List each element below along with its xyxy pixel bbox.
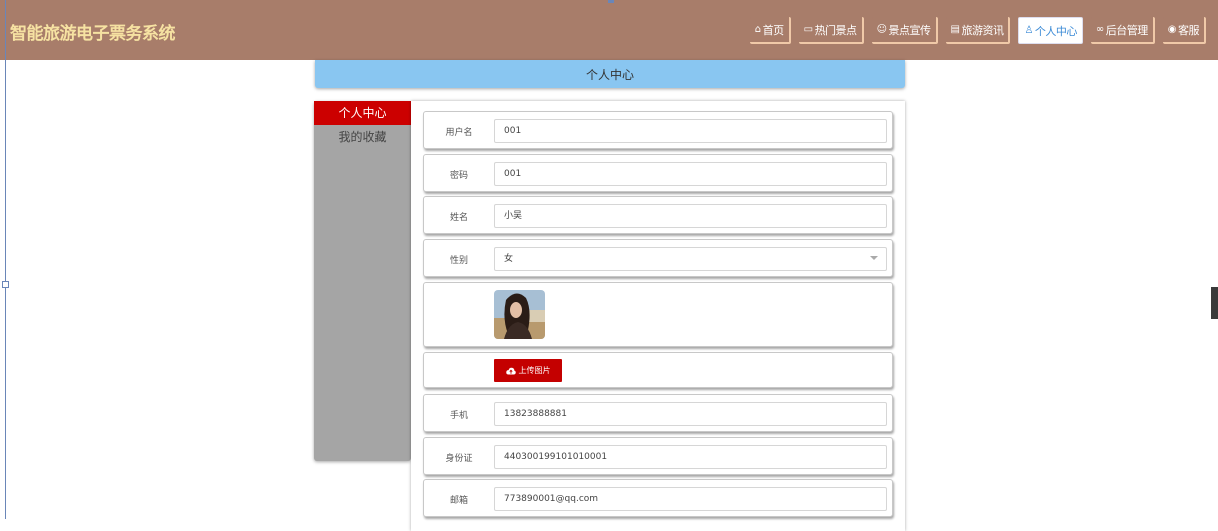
link-icon: ∞ bbox=[1095, 24, 1104, 35]
password-label: 密码 bbox=[449, 171, 468, 181]
page-title: 个人中心 bbox=[585, 68, 634, 82]
resize-handle-top[interactable] bbox=[608, 0, 614, 3]
name-label: 姓名 bbox=[449, 213, 468, 223]
nav-label: 景点宣传 bbox=[888, 23, 932, 37]
sidebar-item-favorites[interactable]: 我的收藏 bbox=[314, 125, 411, 149]
page-banner: 个人中心 bbox=[315, 60, 905, 88]
upload-image-button[interactable]: 上传图片 bbox=[494, 359, 562, 382]
nav-customer-service[interactable]: ◉ 客服 bbox=[1162, 17, 1206, 44]
username-field[interactable]: 001 bbox=[494, 119, 887, 143]
nav-home[interactable]: ⌂ 首页 bbox=[749, 17, 791, 44]
profile-form: 用户名 001 密码 001 姓名 小吴 性别 女 上传图片 手机 138238… bbox=[411, 101, 905, 531]
nav-label: 热门景点 bbox=[814, 23, 858, 37]
nav-label: 首页 bbox=[762, 23, 785, 37]
phone-label: 手机 bbox=[449, 411, 468, 421]
user-icon: ♙ bbox=[1024, 25, 1033, 36]
news-icon: ▤ bbox=[950, 24, 960, 35]
form-row-phone: 手机 13823888881 bbox=[423, 394, 893, 432]
avatar-photo bbox=[494, 290, 545, 339]
username-label: 用户名 bbox=[445, 128, 473, 138]
support-icon: ◉ bbox=[1167, 24, 1177, 35]
side-panel-toggle[interactable] bbox=[1211, 287, 1218, 319]
home-icon: ⌂ bbox=[754, 24, 761, 35]
resize-handle[interactable] bbox=[2, 281, 9, 288]
password-field[interactable]: 001 bbox=[494, 162, 887, 186]
id-card-field[interactable]: 440300199101010001 bbox=[494, 445, 887, 469]
sidebar: 个人中心 我的收藏 bbox=[314, 101, 411, 461]
gender-select[interactable]: 女 bbox=[494, 247, 887, 271]
id-card-label: 身份证 bbox=[445, 454, 473, 464]
selection-guide-line bbox=[5, 0, 6, 519]
form-row-id-card: 身份证 440300199101010001 bbox=[423, 437, 893, 475]
form-row-email: 邮箱 773890001@qq.com bbox=[423, 479, 893, 517]
sidebar-item-personal-center[interactable]: 个人中心 bbox=[314, 101, 411, 125]
chevron-down-icon bbox=[870, 256, 878, 260]
form-row-username: 用户名 001 bbox=[423, 111, 893, 149]
upload-button-label: 上传图片 bbox=[518, 366, 551, 375]
ticket-icon: ▭ bbox=[803, 24, 813, 35]
email-label: 邮箱 bbox=[449, 496, 468, 506]
form-row-password: 密码 001 bbox=[423, 154, 893, 192]
avatar bbox=[494, 290, 545, 339]
gender-value: 女 bbox=[504, 254, 514, 264]
cloud-upload-icon bbox=[505, 367, 516, 374]
name-field[interactable]: 小吴 bbox=[494, 204, 887, 228]
phone-field[interactable]: 13823888881 bbox=[494, 402, 887, 426]
email-field[interactable]: 773890001@qq.com bbox=[494, 487, 887, 511]
nav-personal-center[interactable]: ♙ 个人中心 bbox=[1018, 17, 1083, 44]
nav-admin[interactable]: ∞ 后台管理 bbox=[1090, 17, 1155, 44]
form-row-gender: 性别 女 bbox=[423, 239, 893, 277]
nav-popular-spots[interactable]: ▭ 热门景点 bbox=[798, 17, 864, 44]
nav-spot-promotion[interactable]: ☺ 景点宣传 bbox=[871, 17, 938, 44]
nav-label: 个人中心 bbox=[1034, 24, 1078, 38]
app-title: 智能旅游电子票务系统 bbox=[10, 24, 176, 44]
top-navbar: 智能旅游电子票务系统 ⌂ 首页 ▭ 热门景点 ☺ 景点宣传 ▤ 旅游资讯 ♙ 个人中心 ∞… bbox=[0, 0, 1218, 60]
gender-label: 性别 bbox=[449, 256, 468, 266]
nav-label: 后台管理 bbox=[1105, 23, 1149, 37]
form-row-upload: 上传图片 bbox=[423, 352, 893, 388]
form-row-name: 姓名 小吴 bbox=[423, 196, 893, 234]
nav-travel-news[interactable]: ▤ 旅游资讯 bbox=[945, 17, 1011, 44]
smile-icon: ☺ bbox=[876, 24, 887, 35]
main-nav: ⌂ 首页 ▭ 热门景点 ☺ 景点宣传 ▤ 旅游资讯 ♙ 个人中心 ∞ 后台管理 ◉ 客服 bbox=[749, 17, 1206, 44]
nav-label: 客服 bbox=[1178, 23, 1200, 37]
form-row-avatar bbox=[423, 282, 893, 347]
nav-label: 旅游资讯 bbox=[961, 23, 1004, 37]
